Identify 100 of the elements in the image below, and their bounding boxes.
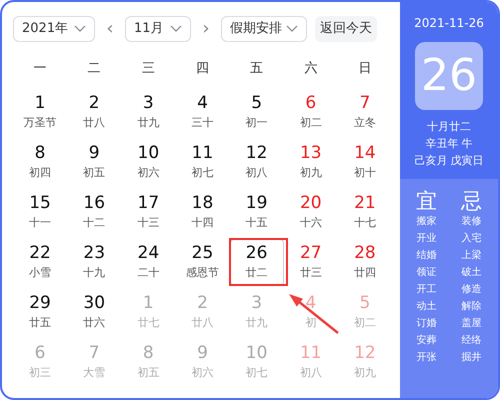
lunar-date: 初五 (83, 166, 106, 180)
day-cell[interactable]: 22 小雪 (13, 238, 68, 286)
day-cell[interactable]: 8 初四 (13, 138, 68, 186)
day-cell[interactable]: 15 十一 (13, 188, 68, 236)
back-to-today-button[interactable]: 返回今天 (315, 16, 377, 42)
lunar-date: 廿四 (354, 266, 376, 280)
lunar-date: 初八 (300, 366, 322, 380)
lunar-date: 立冬 (354, 116, 376, 130)
day-number: 23 (83, 244, 106, 262)
day-cell[interactable]: 9 初五 (67, 138, 122, 186)
prev-month-button[interactable]: ‹ (103, 15, 117, 42)
lunar-date: 廿九 (246, 316, 268, 330)
day-number: 1 (34, 94, 46, 112)
good-activity: 搬家 (416, 214, 436, 229)
lunar-date: 初八 (246, 166, 268, 180)
day-cell[interactable]: 16 十二 (67, 188, 122, 236)
day-cell[interactable]: 13 初九 (284, 138, 338, 186)
day-cell[interactable]: 17 十三 (121, 188, 176, 236)
day-number: 4 (197, 94, 208, 112)
day-number: 6 (305, 94, 316, 112)
lunar-date: 廿九 (137, 116, 160, 130)
lunar-info: 辛丑年 牛 (425, 136, 473, 152)
day-number: 6 (34, 344, 46, 362)
lunar-date: 初七 (191, 166, 214, 180)
day-number: 30 (83, 294, 106, 312)
lunar-info: 己亥月 戊寅日 (414, 153, 484, 169)
day-number: 8 (34, 144, 46, 162)
day-cell[interactable]: 23 十九 (67, 238, 122, 286)
day-cell[interactable]: 11 初七 (175, 138, 230, 186)
lunar-date: 初一 (246, 116, 268, 130)
day-number: 14 (354, 144, 376, 162)
day-number: 7 (88, 344, 100, 362)
day-cell[interactable]: 5 初一 (230, 88, 284, 136)
day-cell[interactable]: 3 廿九 (121, 88, 176, 136)
lunar-date: 二十 (137, 266, 160, 280)
day-cell[interactable]: 2 廿八 (67, 88, 122, 136)
day-number: 2 (197, 294, 208, 312)
bad-activity: 装修 (462, 214, 482, 229)
day-number: 3 (251, 294, 262, 312)
lunar-date: 廿二 (246, 266, 268, 280)
good-activity: 安葬 (416, 334, 436, 348)
weekday-label: 四 (196, 60, 209, 78)
day-number: 7 (359, 94, 370, 112)
lunar-date: 初五 (137, 366, 160, 380)
day-cell[interactable]: 25 感恩节 (175, 238, 230, 286)
lunar-date: 廿五 (29, 316, 52, 330)
day-number: 18 (192, 194, 214, 212)
lunar-date: 廿三 (300, 266, 322, 280)
day-cell[interactable]: 1 万圣节 (13, 88, 68, 136)
day-cell[interactable]: 4 三十 (175, 88, 230, 136)
year-select[interactable]: 2021年 (13, 16, 95, 42)
lunar-date: 大雪 (83, 366, 106, 380)
day-number: 29 (29, 294, 51, 312)
lunar-date: 初六 (191, 366, 214, 380)
day-cell[interactable]: 20 十六 (284, 188, 338, 236)
day-cell[interactable]: 10 初六 (121, 138, 176, 186)
lunar-date: 十九 (83, 266, 106, 280)
lunar-date: 十四 (191, 216, 214, 230)
day-cell[interactable]: 18 十四 (175, 188, 230, 236)
lunar-date: 初九 (300, 166, 322, 180)
weekday-label: 一 (34, 60, 47, 78)
day-number: 5 (359, 294, 370, 312)
day-cell[interactable]: 24 二十 (121, 238, 176, 286)
highlight-frame (229, 238, 288, 286)
day-cell[interactable]: 28 廿四 (338, 238, 392, 286)
day-cell[interactable]: 19 十五 (230, 188, 284, 236)
lunar-date: 初十 (354, 166, 376, 180)
next-month-button[interactable]: › (199, 15, 213, 42)
day-cell[interactable]: 29 廿五 (13, 288, 68, 336)
day-cell[interactable]: 30 廿六 (67, 288, 122, 336)
day-number: 12 (354, 344, 376, 362)
day-cell[interactable]: 7 立冬 (338, 88, 392, 136)
lunar-date: 感恩节 (186, 266, 219, 280)
day-number: 13 (300, 144, 322, 162)
lunar-date: 初三 (29, 366, 52, 380)
day-cell[interactable]: 6 初二 (284, 88, 338, 136)
lunar-date: 初二 (300, 116, 322, 130)
day-cell[interactable]: 21 十七 (338, 188, 392, 236)
day-number: 11 (192, 144, 214, 162)
day-number: 11 (300, 344, 322, 362)
day-number: 9 (88, 144, 100, 162)
good-title: 宜 (416, 189, 437, 213)
holiday-select[interactable]: 假期安排 (221, 16, 307, 42)
chevron-down-icon (74, 24, 86, 32)
bad-activity: 解除 (462, 300, 482, 314)
day-cell[interactable]: 27 廿三 (284, 238, 338, 286)
day-cell[interactable]: 26 廿二 (230, 238, 284, 286)
lunar-date: 十五 (246, 216, 268, 230)
bad-activity: 破土 (462, 266, 482, 280)
day-cell[interactable]: 14 初十 (338, 138, 392, 186)
day-cell[interactable]: 12 初八 (230, 138, 284, 186)
day-number: 4 (305, 294, 316, 312)
month-select[interactable]: 11月 (125, 16, 191, 42)
good-activity: 领证 (416, 266, 436, 280)
good-activity: 开张 (416, 350, 436, 365)
bad-activity: 盖屋 (462, 316, 482, 331)
bad-activity: 经络 (462, 334, 482, 348)
good-activity: 动土 (416, 300, 436, 314)
day-number: 16 (83, 194, 106, 212)
lunar-date: 初二 (354, 316, 376, 330)
